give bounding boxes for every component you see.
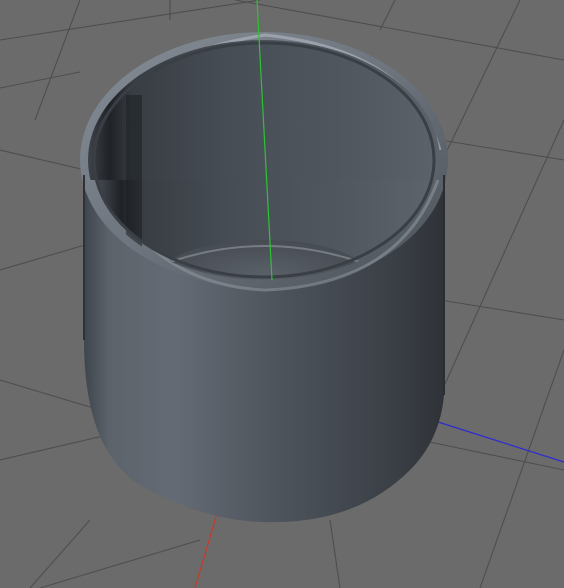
viewport-canvas[interactable]: [0, 0, 564, 588]
cylinder-object[interactable]: [80, 32, 450, 523]
3d-viewport[interactable]: [0, 0, 564, 588]
